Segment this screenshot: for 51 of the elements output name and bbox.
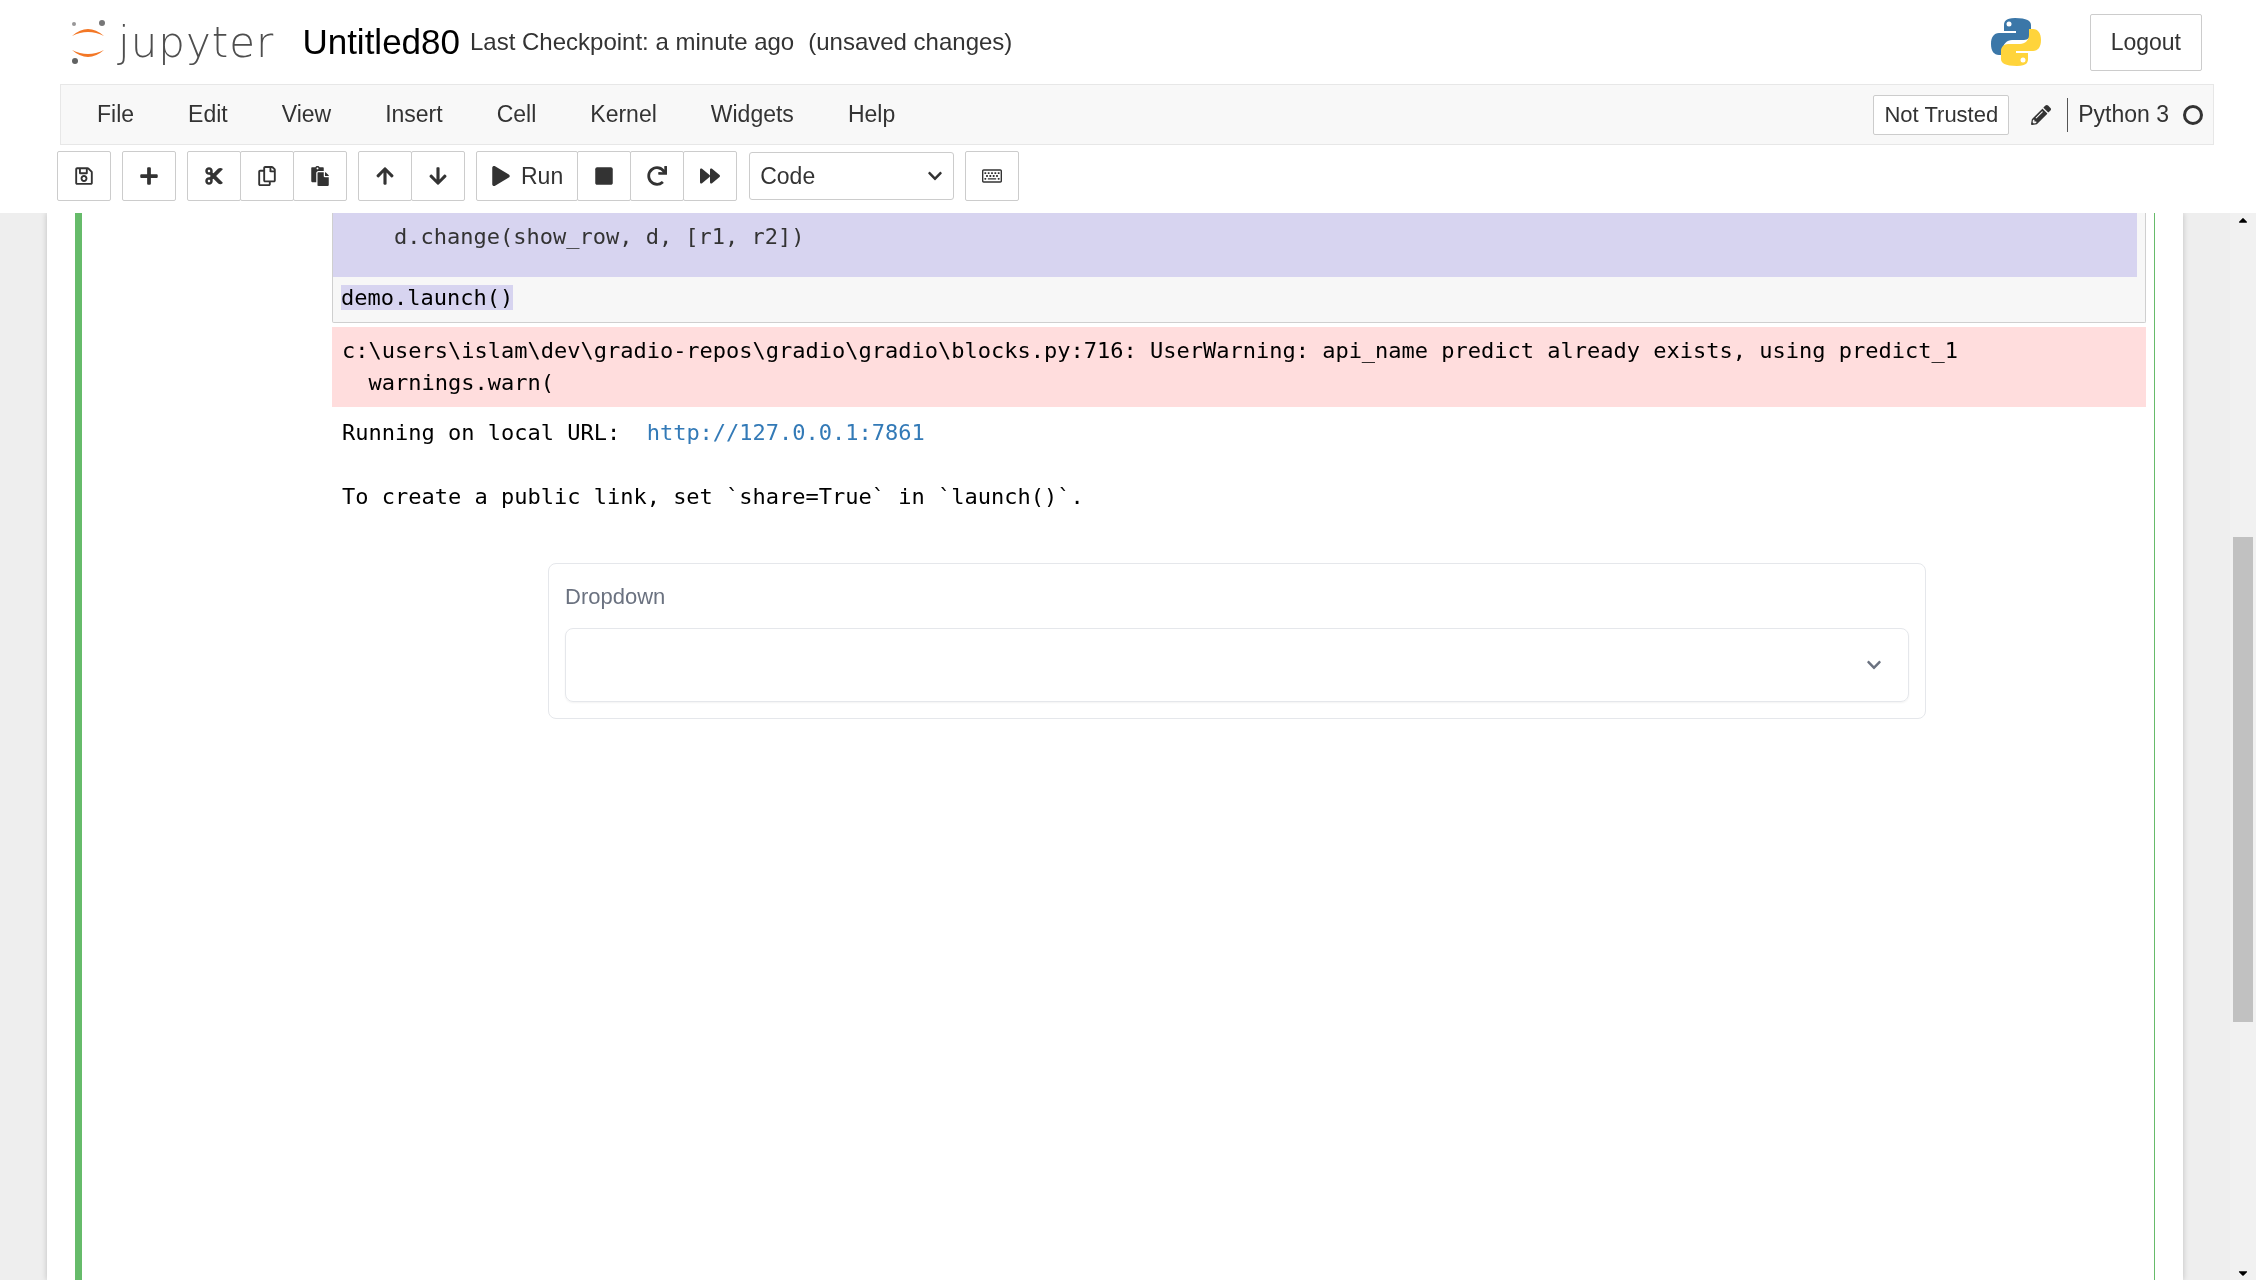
copy-icon: [257, 166, 277, 186]
python-logo-icon: [1989, 16, 2042, 68]
menu-item[interactable]: Widgets: [689, 101, 815, 128]
menu-item[interactable]: File: [76, 101, 156, 128]
restart-icon: [647, 166, 668, 186]
pencil-icon[interactable]: [2031, 104, 2052, 125]
cut-button[interactable]: [187, 151, 241, 201]
menu-item[interactable]: View: [260, 101, 353, 128]
insert-cell-button[interactable]: [122, 151, 176, 201]
code-line: d.change(show_row, d, [r1, r2]): [392, 224, 805, 249]
save-status-text: (unsaved changes): [808, 28, 1013, 56]
url-link[interactable]: http://127.0.0.1:7861: [646, 420, 925, 445]
move-down-button[interactable]: [411, 151, 465, 201]
interrupt-button[interactable]: [577, 151, 632, 201]
logout-button[interactable]: Logout: [2089, 13, 2202, 71]
restart-button[interactable]: [630, 151, 685, 201]
dropdown-label: Dropdown: [565, 584, 667, 610]
play-icon: [491, 166, 511, 186]
notebook-title[interactable]: Untitled80: [302, 22, 460, 62]
menu-item[interactable]: Kernel: [569, 101, 678, 128]
run-all-button[interactable]: [683, 151, 738, 201]
paste-icon: [310, 166, 330, 186]
paste-button[interactable]: [293, 151, 347, 201]
trust-button[interactable]: Not Trusted: [1873, 94, 2010, 135]
arrow-down-icon: [428, 166, 448, 186]
fast-forward-icon: [700, 166, 721, 186]
menu-item[interactable]: Cell: [475, 101, 558, 128]
plus-icon: [139, 166, 159, 186]
save-button[interactable]: [57, 151, 111, 201]
warning-line: c:\users\islam\dev\gradio-repos\gradio\gradio\blocks.py:716: UserWarning: api_name predict already exists, using predict_1: [342, 337, 1959, 365]
output-text: To create a public link, set `share=True` in `launch()`.: [342, 483, 1085, 511]
kernel-name: Python 3: [2078, 101, 2169, 128]
menu-item[interactable]: Edit: [167, 101, 249, 128]
keyboard-icon: [982, 166, 1003, 186]
menu-item[interactable]: Help: [826, 101, 917, 128]
dropdown-field[interactable]: [565, 628, 1909, 702]
arrow-up-icon: [375, 166, 395, 186]
logo-text: jupyter: [118, 17, 275, 67]
menu-item[interactable]: Insert: [364, 101, 464, 128]
move-up-button[interactable]: [358, 151, 412, 201]
scissors-icon: [204, 166, 224, 186]
stop-icon: [594, 166, 615, 186]
warning-line: warnings.warn(: [367, 369, 555, 397]
checkpoint-text: Last Checkpoint: a minute ago: [470, 28, 795, 56]
cell-type-select[interactable]: Code: [749, 152, 955, 200]
copy-button[interactable]: [240, 151, 294, 201]
shortcuts-button[interactable]: [965, 151, 1020, 201]
run-button[interactable]: Run: [476, 151, 579, 201]
code-editor[interactable]: d.change(show_row, d, [r1, r2]) demo.launch(): [332, 213, 2146, 323]
save-icon: [74, 166, 94, 186]
output-text: Running on local URL:: [342, 420, 622, 445]
